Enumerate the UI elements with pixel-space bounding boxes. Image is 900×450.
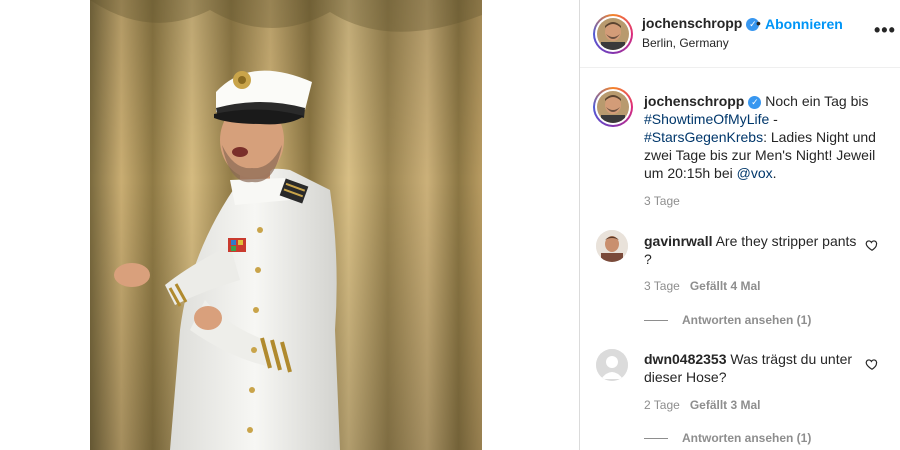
heart-icon[interactable] — [865, 357, 879, 371]
view-replies-button[interactable]: Antworten ansehen (1) — [644, 431, 811, 445]
comment-timestamp[interactable]: 3 Tage — [644, 279, 680, 293]
caption-timestamp[interactable]: 3 Tage — [644, 194, 680, 208]
hashtag-link[interactable]: #StarsGegenKrebs — [644, 129, 763, 145]
view-replies-button[interactable]: Antworten ansehen (1) — [644, 313, 811, 327]
comment-text: dwn0482353 Was trägst du unter dieser Ho… — [644, 351, 853, 385]
comment-text: gavinrwall Are they stripper pants ? — [644, 233, 857, 267]
replies-line — [644, 438, 668, 440]
replies-line — [644, 320, 668, 322]
comment-timestamp[interactable]: 2 Tage — [644, 398, 680, 412]
photo-illustration — [90, 0, 482, 450]
author-avatar[interactable] — [593, 14, 633, 54]
heart-icon[interactable] — [865, 238, 879, 252]
follow-button[interactable]: Abonnieren — [765, 16, 843, 32]
comment-meta: 3 Tage Gefällt 4 Mal — [644, 279, 761, 293]
comment-username[interactable]: gavinrwall — [644, 233, 712, 249]
post-photo[interactable] — [90, 0, 482, 450]
mention-link[interactable]: @vox — [737, 165, 773, 181]
post-header: jochenschropp ✓ • Abonnieren Berlin, Germ… — [580, 0, 900, 68]
caption-username[interactable]: jochenschropp — [644, 93, 744, 109]
post-side-panel: jochenschropp ✓ • Abonnieren Berlin, Germ… — [580, 0, 900, 450]
separator-dot: • — [756, 15, 761, 31]
verified-badge-icon: ✓ — [748, 96, 762, 109]
more-horizontal-icon[interactable]: ••• — [874, 20, 896, 41]
hashtag-link[interactable]: #ShowtimeOfMyLife — [644, 111, 769, 127]
post-media-area — [0, 0, 579, 450]
author-username: jochenschropp — [642, 15, 743, 31]
comment-likes[interactable]: Gefällt 4 Mal — [690, 279, 761, 293]
comment-meta: 2 Tage Gefällt 3 Mal — [644, 398, 761, 412]
avatar-image — [597, 91, 629, 123]
avatar-image — [597, 18, 629, 50]
location-link[interactable]: Berlin, Germany — [642, 36, 729, 50]
caption-avatar[interactable] — [593, 87, 633, 127]
comment-username[interactable]: dwn0482353 — [644, 351, 727, 367]
commenter-avatar[interactable] — [596, 349, 628, 381]
comment-likes[interactable]: Gefällt 3 Mal — [690, 398, 761, 412]
caption-text: jochenschropp ✓ Noch ein Tag bis #Showtim… — [644, 93, 876, 181]
commenter-avatar[interactable] — [596, 230, 628, 262]
author-username-link[interactable]: jochenschropp ✓ — [642, 15, 760, 31]
